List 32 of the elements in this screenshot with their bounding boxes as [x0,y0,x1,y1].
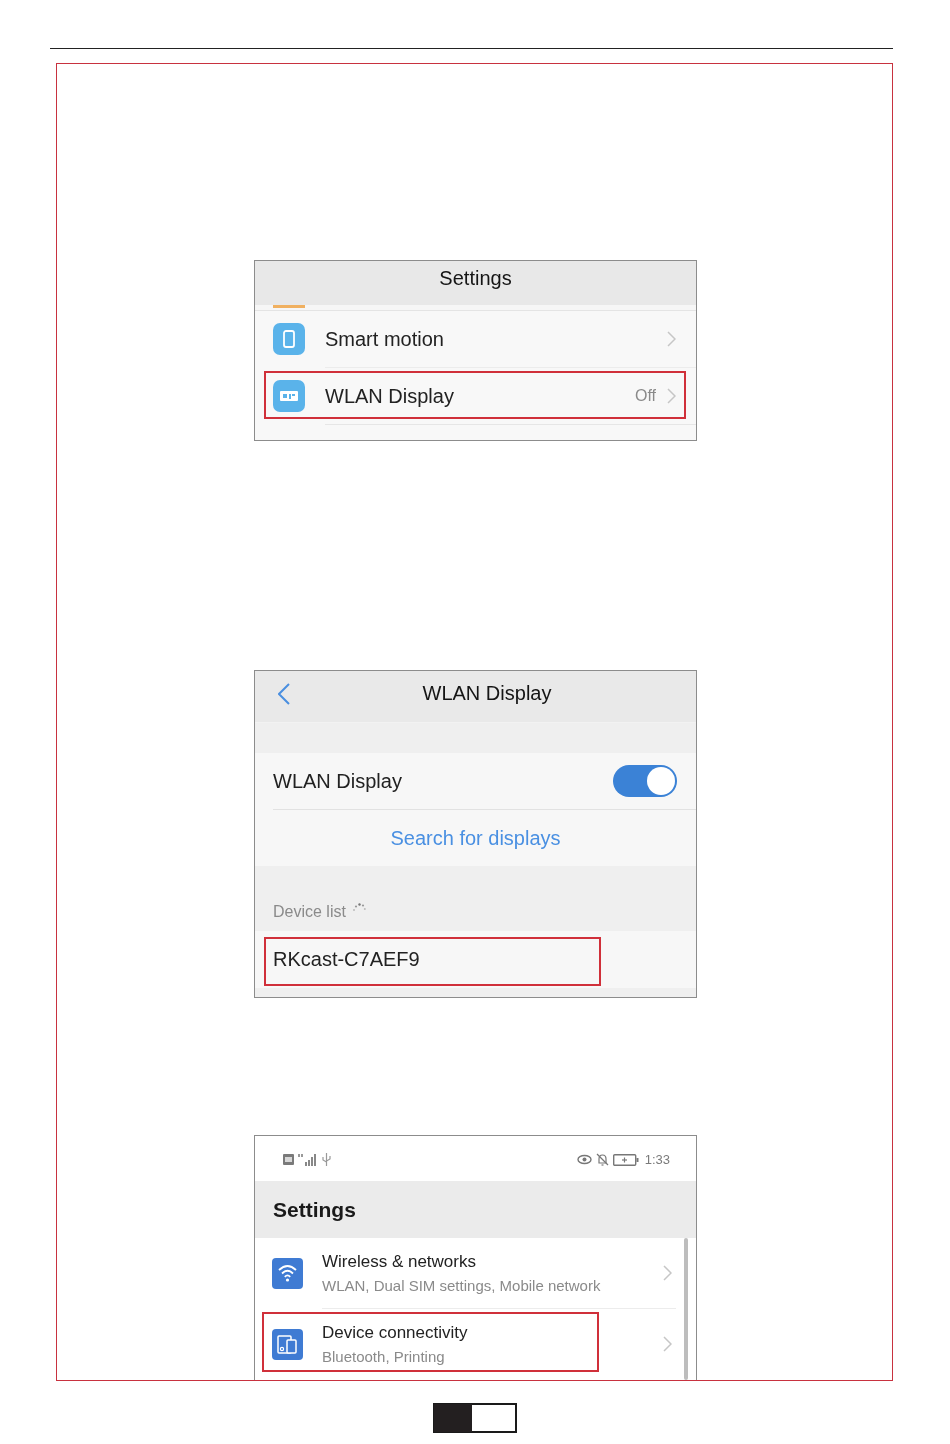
menu-item-label[interactable]: WLAN Display [325,384,454,408]
display-icon [273,380,305,412]
eye-icon [576,1154,592,1165]
chevron-icon [663,1336,672,1352]
setting-label: WLAN Display [273,769,402,793]
sim-card-icon [283,1154,294,1165]
cut-off-icon [273,305,305,308]
menu-item-title[interactable]: Device connectivity [322,1323,468,1343]
screen-title: Settings [439,267,512,289]
back-icon[interactable] [278,682,290,705]
screen-title: Settings [273,1197,356,1222]
menu-item-label[interactable]: Smart motion [325,327,444,351]
page-marker-icon [433,1403,517,1433]
phone-icon [273,323,305,355]
usb-icon [322,1153,331,1166]
chevron-icon [663,1265,672,1281]
status-time: 1:33 [644,1152,670,1167]
devices-icon [272,1328,303,1360]
menu-item-title[interactable]: Wireless & networks [322,1252,601,1272]
battery-icon [612,1153,639,1166]
signal-icon [298,1153,318,1166]
chevron-icon [667,331,676,347]
toggle-switch[interactable] [613,765,677,797]
section-label: Device list [273,903,346,921]
bell-off-icon [595,1153,609,1166]
device-name[interactable]: RKcast-C7AEF9 [273,948,420,971]
screen-title: WLAN Display [422,682,552,705]
menu-item-subtitle: WLAN, Dual SIM settings, Mobile network [322,1277,601,1294]
menu-item-subtitle: Bluetooth, Printing [322,1348,446,1365]
wifi-icon [272,1257,303,1289]
status-value: Off [634,387,656,405]
chevron-icon [667,388,676,404]
